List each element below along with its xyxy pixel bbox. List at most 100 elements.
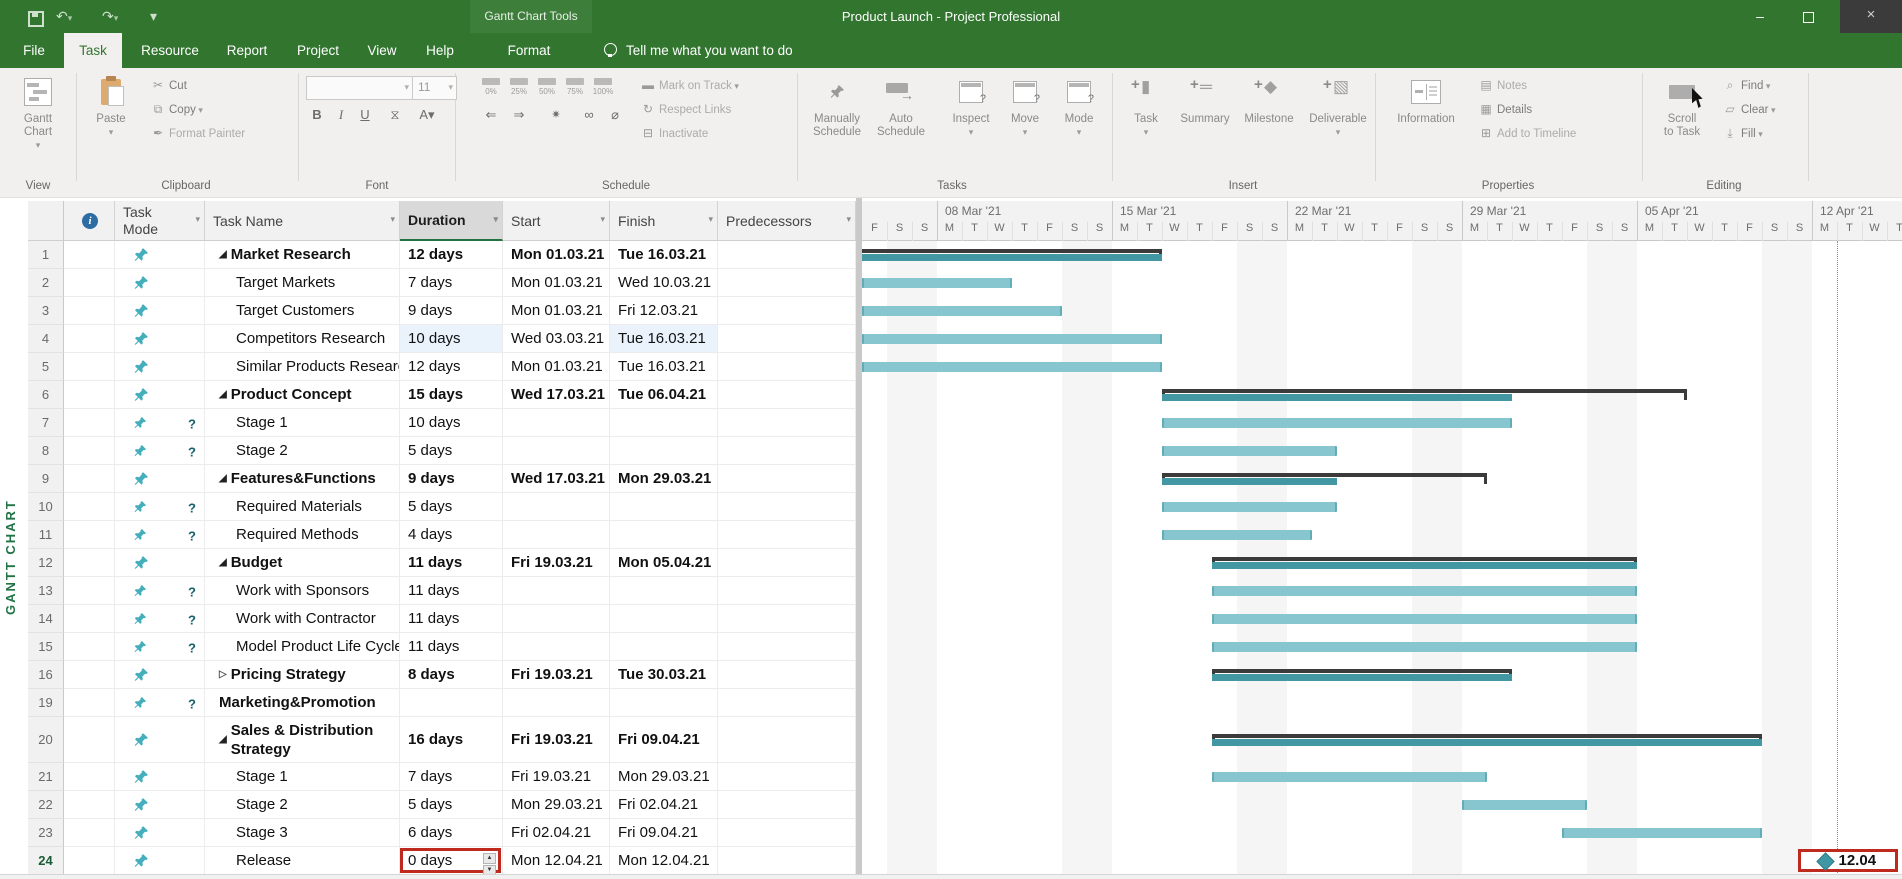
cell-info-row24[interactable] (64, 847, 115, 875)
inspect-button[interactable]: ?Inspect▾ (946, 74, 996, 139)
cell-mode-row22[interactable] (115, 791, 205, 819)
insert-summary-button[interactable]: +═Summary (1176, 74, 1234, 126)
cell-name-row23[interactable]: Stage 3 (205, 819, 400, 847)
task-bar-row8[interactable] (1162, 446, 1337, 456)
cell-finish-row24[interactable]: Mon 12.04.21 (610, 847, 718, 875)
cell-finish-row8[interactable] (610, 437, 718, 465)
cell-pred-row5[interactable] (718, 353, 856, 381)
tab-format[interactable]: Format (492, 33, 566, 68)
cell-start-row22[interactable]: Mon 29.03.21 (503, 791, 610, 819)
cell-name-row24[interactable]: Release (205, 847, 400, 875)
cell-pred-row9[interactable] (718, 465, 856, 493)
italic-button[interactable]: I (330, 104, 352, 126)
filter-chevron-icon[interactable]: ▾ (493, 214, 498, 225)
cell-name-row11[interactable]: Required Methods (205, 521, 400, 549)
tab-project[interactable]: Project (286, 33, 350, 68)
cell-duration-row2[interactable]: 7 days (400, 269, 503, 297)
cell-start-row11[interactable] (503, 521, 610, 549)
cell-info-row19[interactable] (64, 689, 115, 717)
cell-name-row2[interactable]: Target Markets (205, 269, 400, 297)
cell-start-row9[interactable]: Wed 17.03.21 (503, 465, 610, 493)
cut-button[interactable]: ✂Cut (150, 74, 187, 96)
summary-bar-row1[interactable] (862, 249, 1162, 253)
task-bar-row23[interactable] (1562, 828, 1762, 838)
cell-start-row15[interactable] (503, 633, 610, 661)
column-header-start[interactable]: Start▾ (503, 201, 610, 241)
cell-duration-row7[interactable]: 10 days (400, 409, 503, 437)
cell-duration-row22[interactable]: 5 days (400, 791, 503, 819)
tab-file[interactable]: File (10, 33, 58, 68)
cell-mode-row2[interactable] (115, 269, 205, 297)
cell-start-row12[interactable]: Fri 19.03.21 (503, 549, 610, 577)
restore-icon[interactable] (1786, 0, 1830, 33)
cell-duration-row9[interactable]: 9 days (400, 465, 503, 493)
row-number-24[interactable]: 24 (28, 847, 64, 875)
cell-start-row2[interactable]: Mon 01.03.21 (503, 269, 610, 297)
cell-mode-row9[interactable] (115, 465, 205, 493)
cell-pred-row11[interactable] (718, 521, 856, 549)
cell-pred-row2[interactable] (718, 269, 856, 297)
cell-name-row20[interactable]: ◢Sales & Distribution Strategy (205, 717, 400, 763)
cell-duration-row3[interactable]: 9 days (400, 297, 503, 325)
minimize-icon[interactable]: – (1738, 0, 1782, 33)
cell-mode-row14[interactable]: ? (115, 605, 205, 633)
task-bar-row14[interactable] (1212, 614, 1637, 624)
task-bar-row15[interactable] (1212, 642, 1637, 652)
cell-name-row21[interactable]: Stage 1 (205, 763, 400, 791)
tell-me-box[interactable]: Tell me what you want to do (604, 33, 793, 68)
summary-bar-row16[interactable] (1212, 669, 1512, 673)
cell-mode-row4[interactable] (115, 325, 205, 353)
cell-name-row9[interactable]: ◢Features&Functions (205, 465, 400, 493)
task-bar-row13[interactable] (1212, 586, 1637, 596)
cell-info-row16[interactable] (64, 661, 115, 689)
cell-finish-row23[interactable]: Fri 09.04.21 (610, 819, 718, 847)
cell-info-row1[interactable] (64, 241, 115, 269)
cell-name-row3[interactable]: Target Customers (205, 297, 400, 325)
cell-finish-row7[interactable] (610, 409, 718, 437)
cell-pred-row24[interactable] (718, 847, 856, 875)
task-bar-row5[interactable] (862, 362, 1162, 372)
task-bar-row3[interactable] (862, 306, 1062, 316)
clear-button[interactable]: ▱Clear ▾ (1722, 98, 1776, 120)
cell-finish-row19[interactable] (610, 689, 718, 717)
mark-on-track-button[interactable]: ▬Mark on Track ▾ (640, 74, 739, 96)
column-header-duration[interactable]: Duration▾ (400, 201, 503, 241)
cell-start-row13[interactable] (503, 577, 610, 605)
cell-pred-row21[interactable] (718, 763, 856, 791)
cell-duration-row24[interactable]: 0 days▲▼ (400, 847, 503, 875)
cell-start-row20[interactable]: Fri 19.03.21 (503, 717, 610, 763)
move-button[interactable]: ?Move▾ (1000, 74, 1050, 139)
cell-mode-row1[interactable] (115, 241, 205, 269)
expand-triangle-icon[interactable]: ◢ (219, 249, 227, 260)
cell-mode-row15[interactable]: ? (115, 633, 205, 661)
tab-view[interactable]: View (358, 33, 406, 68)
cell-start-row24[interactable]: Mon 12.04.21 (503, 847, 610, 875)
cell-duration-row15[interactable]: 11 days (400, 633, 503, 661)
task-bar-row10[interactable] (1162, 502, 1337, 512)
cell-mode-row13[interactable]: ? (115, 577, 205, 605)
gantt-chart-view-button[interactable]: Gantt Chart▾ (8, 74, 68, 152)
task-bar-row11[interactable] (1162, 530, 1312, 540)
tab-help[interactable]: Help (416, 33, 464, 68)
expand-triangle-icon[interactable]: ◢ (219, 473, 227, 484)
cell-duration-row14[interactable]: 11 days (400, 605, 503, 633)
outdent-button[interactable]: ⇐ (480, 104, 502, 126)
select-all-corner[interactable] (28, 201, 64, 241)
cell-info-row8[interactable] (64, 437, 115, 465)
cell-finish-row14[interactable] (610, 605, 718, 633)
format-painter-button[interactable]: ✒Format Painter (150, 122, 245, 144)
background-color-button[interactable]: ⧖ (384, 104, 406, 126)
tab-report[interactable]: Report (216, 33, 278, 68)
row-number-21[interactable]: 21 (28, 763, 64, 791)
cell-pred-row8[interactable] (718, 437, 856, 465)
cell-duration-row10[interactable]: 5 days (400, 493, 503, 521)
percent-complete-button-50[interactable]: 50% (534, 78, 560, 96)
tab-resource[interactable]: Resource (134, 33, 206, 68)
spinner-up-icon[interactable]: ▲ (483, 853, 496, 864)
mode-button[interactable]: ?Mode▾ (1054, 74, 1104, 139)
paste-button[interactable]: Paste▾ (88, 74, 134, 139)
cell-finish-row21[interactable]: Mon 29.03.21 (610, 763, 718, 791)
cell-duration-row20[interactable]: 16 days (400, 717, 503, 763)
details-button[interactable]: ▦Details (1478, 98, 1532, 120)
inactivate-button[interactable]: ⊟Inactivate (640, 122, 708, 144)
